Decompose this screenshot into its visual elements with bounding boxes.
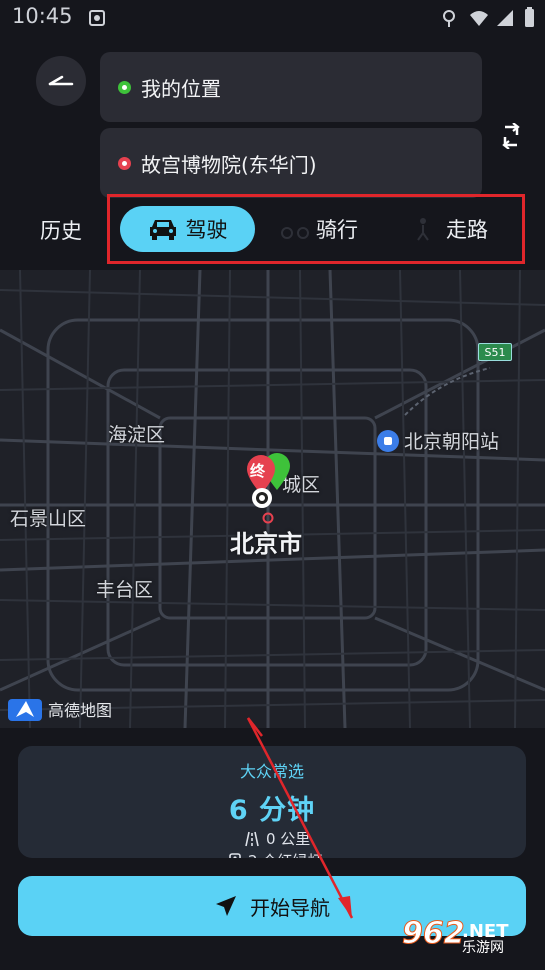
origin-text: 我的位置 xyxy=(141,76,221,101)
route-distance: 0 公里 xyxy=(244,828,310,849)
route-summary-card[interactable]: 大众常选 6 分钟 0 公里 2 个红绿灯 xyxy=(18,746,526,858)
map-label-haidian: 海淀区 xyxy=(108,424,166,446)
back-arrow-icon xyxy=(48,75,74,86)
status-time: 10:45 xyxy=(12,4,73,28)
swap-route-button[interactable] xyxy=(495,120,527,152)
map-logo: 高德地图 xyxy=(8,695,112,723)
battery-icon xyxy=(525,7,534,27)
route-duration: 6 分钟 xyxy=(228,795,316,826)
car-icon xyxy=(149,220,176,240)
map-view[interactable]: S51 海淀区 城区 石景山区 丰台区 北京市 北京朝阳站 终 高德地图 xyxy=(0,270,545,728)
map-logo-text: 高德地图 xyxy=(48,701,113,720)
destination-field[interactable]: 故宫博物院(东华门) xyxy=(100,128,482,198)
walk-icon xyxy=(417,218,429,241)
bike-icon xyxy=(281,227,309,239)
current-location-icon xyxy=(252,488,272,508)
origin-dot-icon xyxy=(118,80,131,94)
tab-walk-label: 走路 xyxy=(446,218,488,242)
end-marker-label: 终 xyxy=(250,462,266,480)
route-distance-text: 0 公里 xyxy=(266,830,311,848)
highway-badge: S51 xyxy=(478,343,512,361)
route-lights: 2 个红绿灯 xyxy=(228,850,322,858)
wifi-icon xyxy=(470,11,488,26)
back-button[interactable] xyxy=(36,56,86,106)
history-tab[interactable]: 历史 xyxy=(40,215,82,245)
navigation-arrow-icon xyxy=(216,896,236,916)
watermark-number: 962 xyxy=(402,916,466,952)
status-bar: 10:45 xyxy=(0,0,545,36)
destination-dot-icon xyxy=(118,156,131,170)
tab-drive[interactable]: 驾驶 xyxy=(120,206,255,252)
traffic-light-icon xyxy=(229,852,241,858)
tab-ride[interactable]: 骑行 xyxy=(280,206,358,252)
route-lights-text: 2 个红绿灯 xyxy=(248,850,322,858)
notification-icon xyxy=(89,10,105,26)
signal-icon xyxy=(497,10,513,26)
center-point-icon xyxy=(262,512,274,524)
location-icon xyxy=(443,10,455,27)
watermark-text: .NET 乐游网 xyxy=(462,921,509,957)
station-label: 北京朝阳站 xyxy=(404,431,500,453)
tab-ride-label: 骑行 xyxy=(316,218,358,242)
station-poi[interactable]: 北京朝阳站 xyxy=(377,427,499,454)
station-pin-icon xyxy=(377,429,399,452)
origin-field[interactable]: 我的位置 xyxy=(100,52,482,122)
watermark-site: 乐游网 xyxy=(462,940,504,956)
map-label-fengtai: 丰台区 xyxy=(96,579,154,601)
tab-drive-label: 驾驶 xyxy=(185,218,228,242)
swap-icon xyxy=(502,123,520,149)
amap-logo-icon xyxy=(8,699,42,721)
watermark-net: .NET xyxy=(462,921,509,942)
tab-walk[interactable]: 走路 xyxy=(412,206,488,252)
road-icon xyxy=(245,831,259,846)
map-label-city: 北京市 xyxy=(230,530,302,558)
route-tag: 大众常选 xyxy=(239,762,304,781)
map-label-shijingshan: 石景山区 xyxy=(10,508,87,530)
start-navigation-label: 开始导航 xyxy=(250,895,330,920)
destination-text: 故宫博物院(东华门) xyxy=(141,152,317,177)
